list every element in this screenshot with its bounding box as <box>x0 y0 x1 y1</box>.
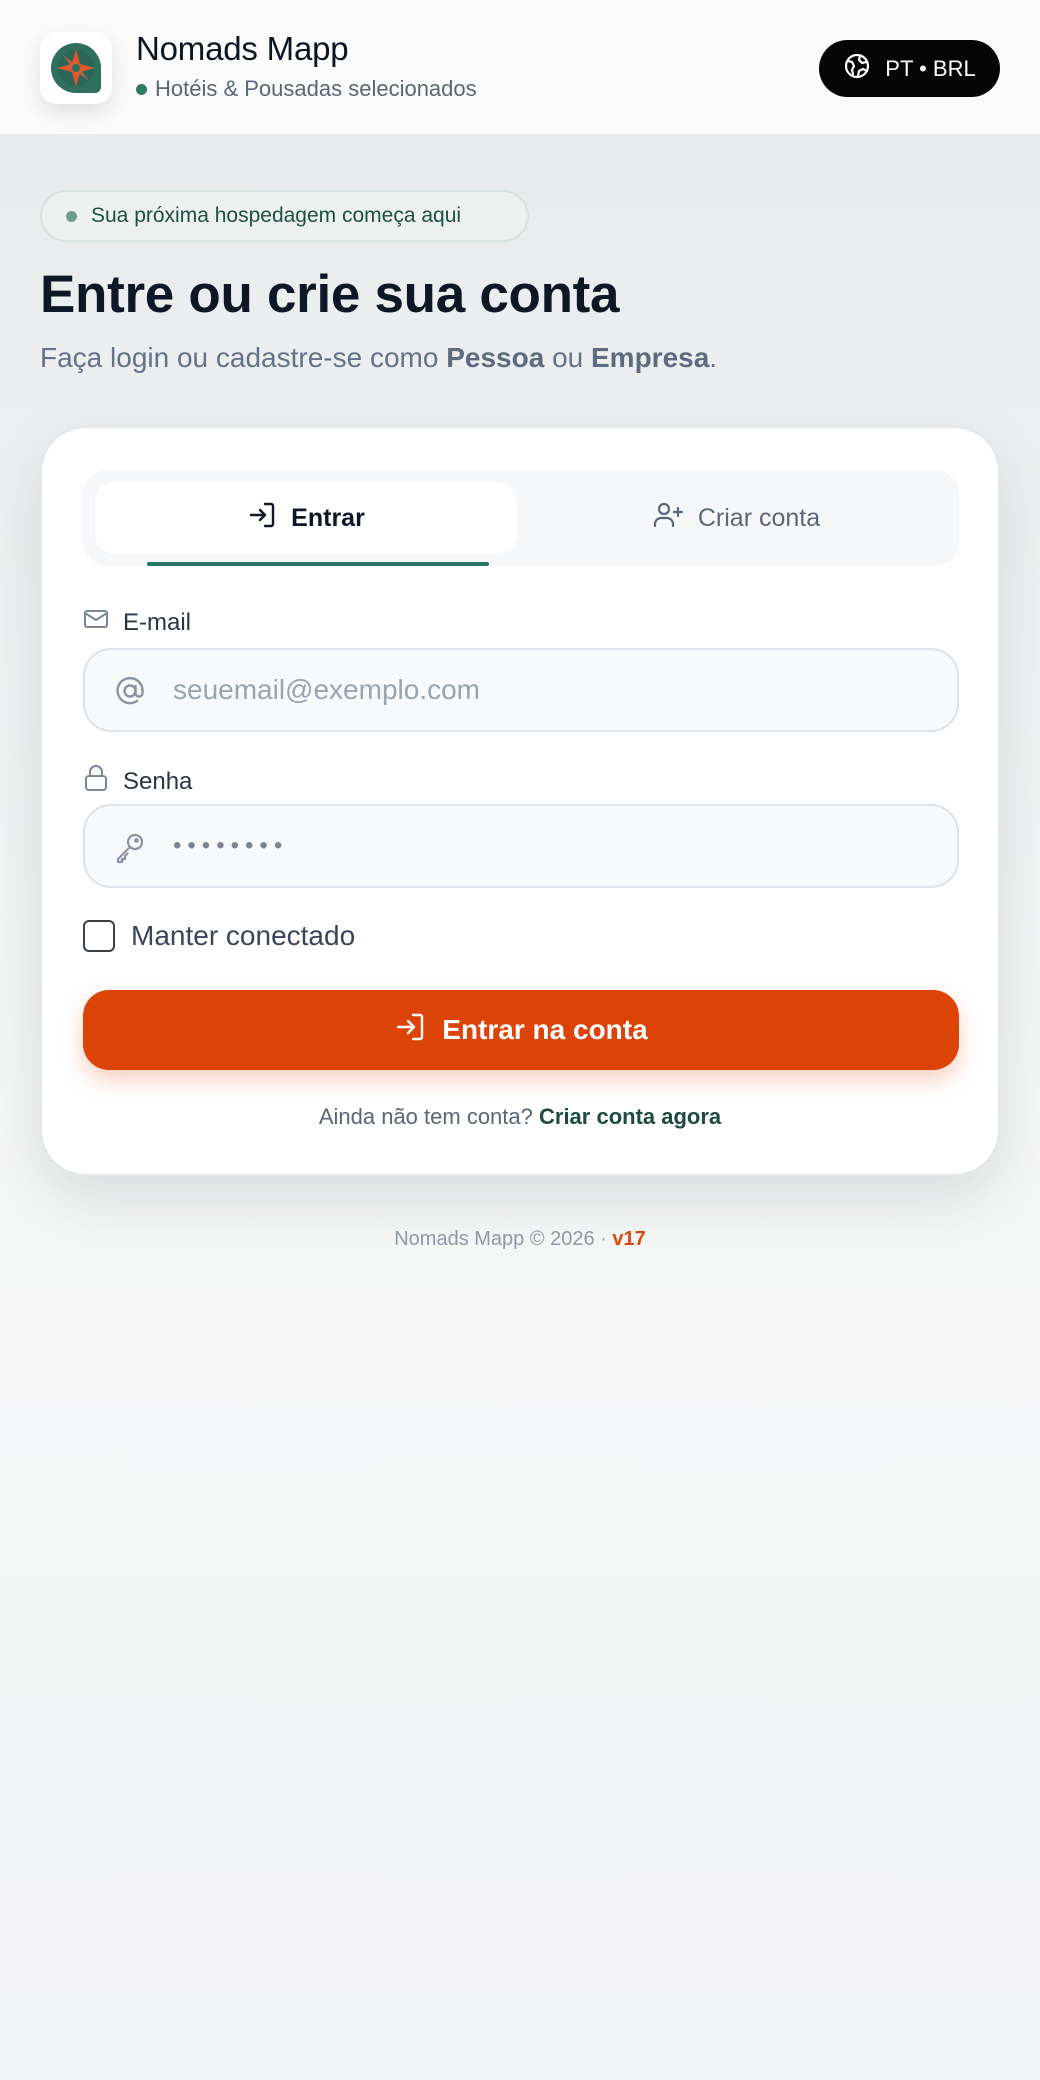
auth-tabs: Entrar Criar conta <box>83 470 959 566</box>
page-title: Entre ou crie sua conta <box>40 265 620 324</box>
tab-signup-label: Criar conta <box>697 503 821 532</box>
lock-icon <box>83 764 109 799</box>
user-plus-icon <box>652 500 684 537</box>
tab-signup[interactable]: Criar conta <box>525 482 947 554</box>
mail-icon <box>83 608 109 637</box>
email-field[interactable] <box>83 648 959 732</box>
tab-login-label: Entrar <box>291 503 365 532</box>
remember-me-label: Manter conectado <box>131 920 356 951</box>
subtitle-suffix: . <box>709 342 718 373</box>
signup-link[interactable]: Criar conta agora <box>539 1104 721 1129</box>
email-input[interactable] <box>173 650 933 730</box>
globe-icon <box>843 52 871 86</box>
hero-badge: Sua próxima hospedagem começa aqui <box>40 190 529 242</box>
password-label-text: Senha <box>123 767 193 795</box>
badge-dot-icon <box>66 210 77 222</box>
version-label: v17 <box>612 1228 646 1250</box>
signup-prompt: Ainda não tem conta? Criar conta agora <box>42 1104 998 1130</box>
subtitle-mid: ou <box>544 342 591 373</box>
hero-badge-text: Sua próxima hospedagem começa aqui <box>91 204 462 227</box>
subtitle-empresa: Empresa <box>591 342 710 373</box>
password-input[interactable] <box>173 806 933 886</box>
language-currency-button[interactable]: PT • BRL <box>819 40 1000 97</box>
status-dot-icon <box>136 83 147 95</box>
app-title: Nomads Mapp <box>136 30 349 67</box>
key-icon <box>113 830 147 869</box>
app-subtitle: Hotéis & Pousadas selecionados <box>136 76 477 102</box>
login-submit-label: Entrar na conta <box>442 1014 648 1045</box>
subtitle-prefix: Faça login ou cadastre-se como <box>40 342 447 373</box>
login-icon <box>247 500 277 537</box>
auth-card: Entrar Criar conta E-mail seuemail@exemp… <box>40 426 1000 1176</box>
app-header: Nomads Mapp Hotéis & Pousadas selecionad… <box>0 0 1040 136</box>
signup-prompt-text: Ainda não tem conta? <box>318 1104 533 1129</box>
app-subtitle-text: Hotéis & Pousadas selecionados <box>155 76 477 101</box>
password-label: Senha <box>83 764 192 799</box>
footer-text: Nomads Mapp © 2026 · <box>394 1228 607 1250</box>
remember-me-row[interactable]: Manter conectado <box>83 920 355 952</box>
login-submit-button[interactable]: Entrar na conta <box>83 990 959 1070</box>
page-subtitle: Faça login ou cadastre-se como Pessoa ou… <box>40 342 717 374</box>
tab-login[interactable]: Entrar <box>95 482 517 566</box>
remember-me-checkbox[interactable] <box>83 920 115 952</box>
email-label: E-mail <box>83 608 191 637</box>
at-sign-icon <box>113 674 147 713</box>
email-label-text: E-mail <box>123 608 192 636</box>
footer: Nomads Mapp © 2026 · v17 <box>0 1228 1040 1251</box>
active-tab-indicator <box>147 562 489 566</box>
subtitle-pessoa: Pessoa <box>446 342 545 373</box>
password-field[interactable] <box>83 804 959 888</box>
language-currency-label: PT • BRL <box>885 55 976 81</box>
login-arrow-icon <box>394 1011 426 1050</box>
compass-logo-icon[interactable] <box>40 32 112 104</box>
